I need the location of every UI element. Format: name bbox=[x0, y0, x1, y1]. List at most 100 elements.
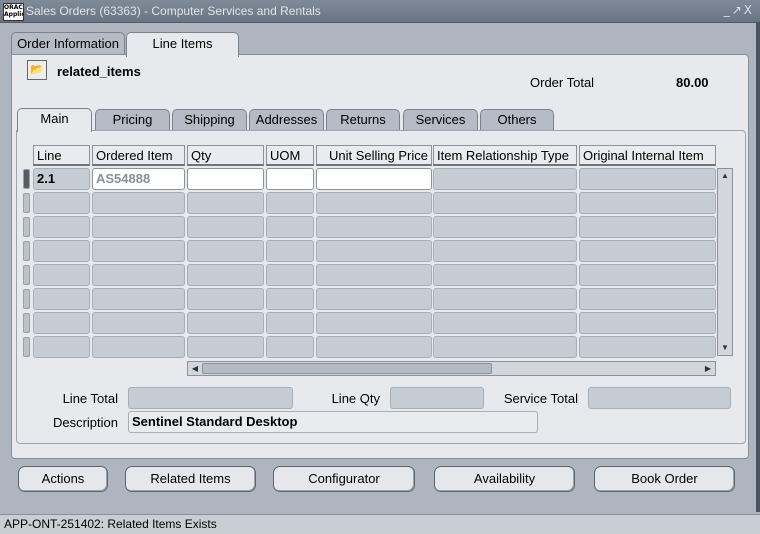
cell-item-relationship-type[interactable] bbox=[433, 216, 577, 238]
tab-services[interactable]: Services bbox=[403, 109, 478, 130]
cell-item-relationship-type[interactable] bbox=[433, 336, 577, 358]
actions-button[interactable]: Actions bbox=[18, 466, 108, 492]
window-controls[interactable]: _↗X bbox=[724, 3, 754, 17]
line-total-field[interactable] bbox=[128, 387, 293, 409]
cell-line[interactable] bbox=[33, 192, 90, 214]
tab-main[interactable]: Main bbox=[17, 108, 92, 132]
column-header-item-relationship-type[interactable]: Item Relationship Type bbox=[433, 145, 577, 166]
cell-item-relationship-type[interactable] bbox=[433, 240, 577, 262]
cell-unit-selling-price[interactable] bbox=[316, 264, 432, 286]
cell-qty[interactable] bbox=[187, 168, 264, 190]
cell-ordered-item[interactable] bbox=[92, 264, 185, 286]
scroll-left-icon[interactable]: ◀ bbox=[189, 362, 201, 375]
description-field[interactable]: Sentinel Standard Desktop bbox=[128, 411, 538, 433]
cell-qty[interactable] bbox=[187, 264, 264, 286]
cell-ordered-item[interactable] bbox=[92, 216, 185, 238]
cell-original-internal-item[interactable] bbox=[579, 168, 716, 190]
scroll-right-icon[interactable]: ▶ bbox=[702, 362, 714, 375]
cell-item-relationship-type[interactable] bbox=[433, 288, 577, 310]
cell-unit-selling-price[interactable] bbox=[316, 168, 432, 190]
cell-item-relationship-type[interactable] bbox=[433, 312, 577, 334]
line-qty-field[interactable] bbox=[390, 387, 484, 409]
cell-line[interactable] bbox=[33, 312, 90, 334]
vertical-scrollbar[interactable]: ▲ ▼ bbox=[717, 168, 733, 356]
cell-line[interactable] bbox=[33, 240, 90, 262]
column-header-uom[interactable]: UOM bbox=[266, 145, 314, 166]
folder-icon[interactable]: 📂 bbox=[27, 60, 47, 80]
service-total-field[interactable] bbox=[588, 387, 731, 409]
scroll-up-icon[interactable]: ▲ bbox=[719, 170, 731, 182]
row-indicator[interactable] bbox=[23, 241, 30, 261]
row-indicator[interactable] bbox=[23, 289, 30, 309]
cell-line[interactable] bbox=[33, 264, 90, 286]
column-header-line[interactable]: Line bbox=[33, 145, 90, 166]
cell-unit-selling-price[interactable] bbox=[316, 312, 432, 334]
cell-ordered-item[interactable] bbox=[92, 240, 185, 262]
cell-uom[interactable] bbox=[266, 216, 314, 238]
status-bar: APP-ONT-251402: Related Items Exists bbox=[0, 514, 760, 534]
row-indicator[interactable] bbox=[23, 193, 30, 213]
cell-original-internal-item[interactable] bbox=[579, 312, 716, 334]
column-header-qty[interactable]: Qty bbox=[187, 145, 264, 166]
cell-ordered-item[interactable] bbox=[92, 288, 185, 310]
cell-item-relationship-type[interactable] bbox=[433, 192, 577, 214]
tab-addresses[interactable]: Addresses bbox=[249, 109, 324, 130]
horizontal-scroll-thumb[interactable] bbox=[202, 363, 492, 374]
cell-line[interactable]: 2.1 bbox=[33, 168, 90, 190]
cell-uom[interactable] bbox=[266, 240, 314, 262]
cell-uom[interactable] bbox=[266, 168, 314, 190]
book-order-button[interactable]: Book Order bbox=[594, 466, 735, 492]
cell-qty[interactable] bbox=[187, 192, 264, 214]
cell-original-internal-item[interactable] bbox=[579, 216, 716, 238]
cell-original-internal-item[interactable] bbox=[579, 264, 716, 286]
cell-unit-selling-price[interactable] bbox=[316, 336, 432, 358]
cell-qty[interactable] bbox=[187, 288, 264, 310]
cell-item-relationship-type[interactable] bbox=[433, 168, 577, 190]
cell-original-internal-item[interactable] bbox=[579, 192, 716, 214]
cell-unit-selling-price[interactable] bbox=[316, 216, 432, 238]
row-indicator[interactable] bbox=[23, 265, 30, 285]
cell-uom[interactable] bbox=[266, 192, 314, 214]
cell-ordered-item[interactable] bbox=[92, 336, 185, 358]
cell-uom[interactable] bbox=[266, 336, 314, 358]
row-indicator[interactable] bbox=[23, 169, 30, 189]
cell-uom[interactable] bbox=[266, 312, 314, 334]
row-indicator[interactable] bbox=[23, 313, 30, 333]
tab-order-information[interactable]: Order Information bbox=[11, 32, 125, 55]
configurator-button[interactable]: Configurator bbox=[273, 466, 415, 492]
order-total-value: 80.00 bbox=[676, 75, 709, 90]
cell-uom[interactable] bbox=[266, 264, 314, 286]
cell-qty[interactable] bbox=[187, 336, 264, 358]
scroll-down-icon[interactable]: ▼ bbox=[719, 342, 731, 354]
cell-unit-selling-price[interactable] bbox=[316, 288, 432, 310]
cell-item-relationship-type[interactable] bbox=[433, 264, 577, 286]
cell-original-internal-item[interactable] bbox=[579, 240, 716, 262]
cell-original-internal-item[interactable] bbox=[579, 288, 716, 310]
tab-pricing[interactable]: Pricing bbox=[95, 109, 170, 130]
column-header-original-internal-item[interactable]: Original Internal Item bbox=[579, 145, 716, 166]
cell-line[interactable] bbox=[33, 336, 90, 358]
cell-ordered-item[interactable] bbox=[92, 192, 185, 214]
cell-unit-selling-price[interactable] bbox=[316, 192, 432, 214]
cell-qty[interactable] bbox=[187, 312, 264, 334]
row-indicator[interactable] bbox=[23, 337, 30, 357]
column-header-unit-selling-price[interactable]: Unit Selling Price bbox=[316, 145, 432, 166]
cell-qty[interactable] bbox=[187, 216, 264, 238]
tab-shipping[interactable]: Shipping bbox=[172, 109, 247, 130]
cell-line[interactable] bbox=[33, 288, 90, 310]
cell-ordered-item[interactable]: AS54888 bbox=[92, 168, 185, 190]
cell-original-internal-item[interactable] bbox=[579, 336, 716, 358]
tab-others[interactable]: Others bbox=[480, 109, 554, 130]
tab-returns[interactable]: Returns bbox=[326, 109, 400, 130]
cell-uom[interactable] bbox=[266, 288, 314, 310]
availability-button[interactable]: Availability bbox=[434, 466, 575, 492]
cell-unit-selling-price[interactable] bbox=[316, 240, 432, 262]
tab-line-items[interactable]: Line Items bbox=[126, 32, 239, 57]
horizontal-scrollbar[interactable]: ◀ ▶ bbox=[187, 361, 716, 376]
cell-ordered-item[interactable] bbox=[92, 312, 185, 334]
row-indicator[interactable] bbox=[23, 217, 30, 237]
cell-line[interactable] bbox=[33, 216, 90, 238]
column-header-ordered-item[interactable]: Ordered Item bbox=[92, 145, 185, 166]
related-items-button[interactable]: Related Items bbox=[125, 466, 256, 492]
cell-qty[interactable] bbox=[187, 240, 264, 262]
